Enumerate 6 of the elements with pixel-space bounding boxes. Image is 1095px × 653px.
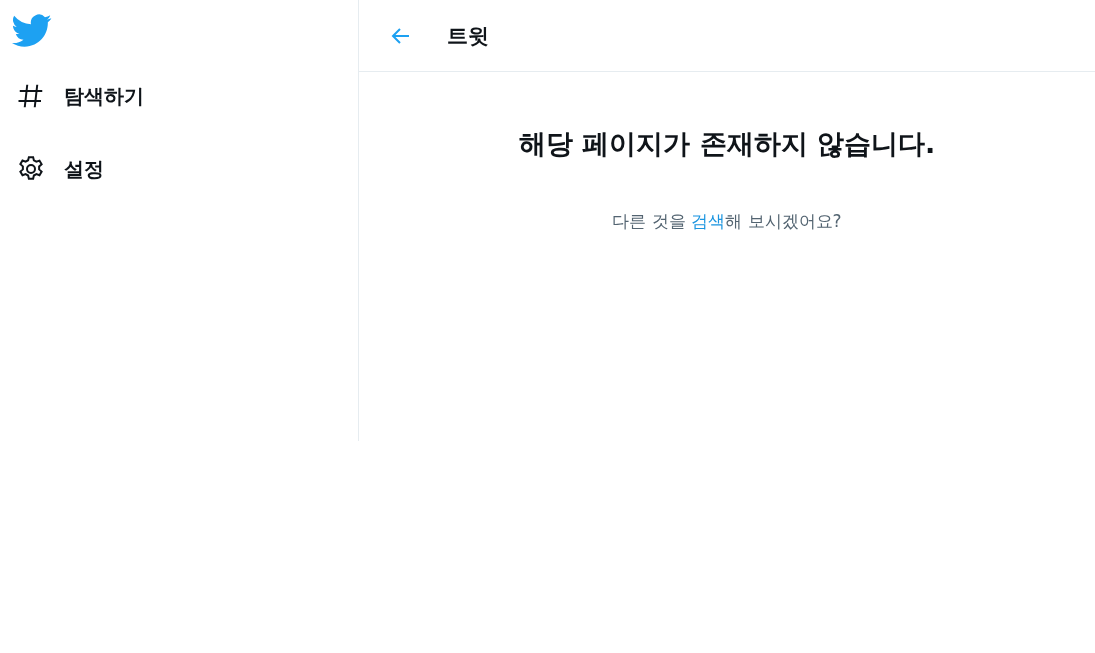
- suggestion-text: 다른 것을 검색해 보시겠어요?: [612, 210, 842, 233]
- page-title: 트윗: [447, 22, 489, 50]
- error-heading: 해당 페이지가 존재하지 않습니다.: [518, 127, 936, 161]
- bird-logo-icon[interactable]: [12, 14, 52, 48]
- sidebar-item[interactable]: 설정: [12, 149, 108, 189]
- sidebar-item[interactable]: 탐색하기: [12, 76, 148, 116]
